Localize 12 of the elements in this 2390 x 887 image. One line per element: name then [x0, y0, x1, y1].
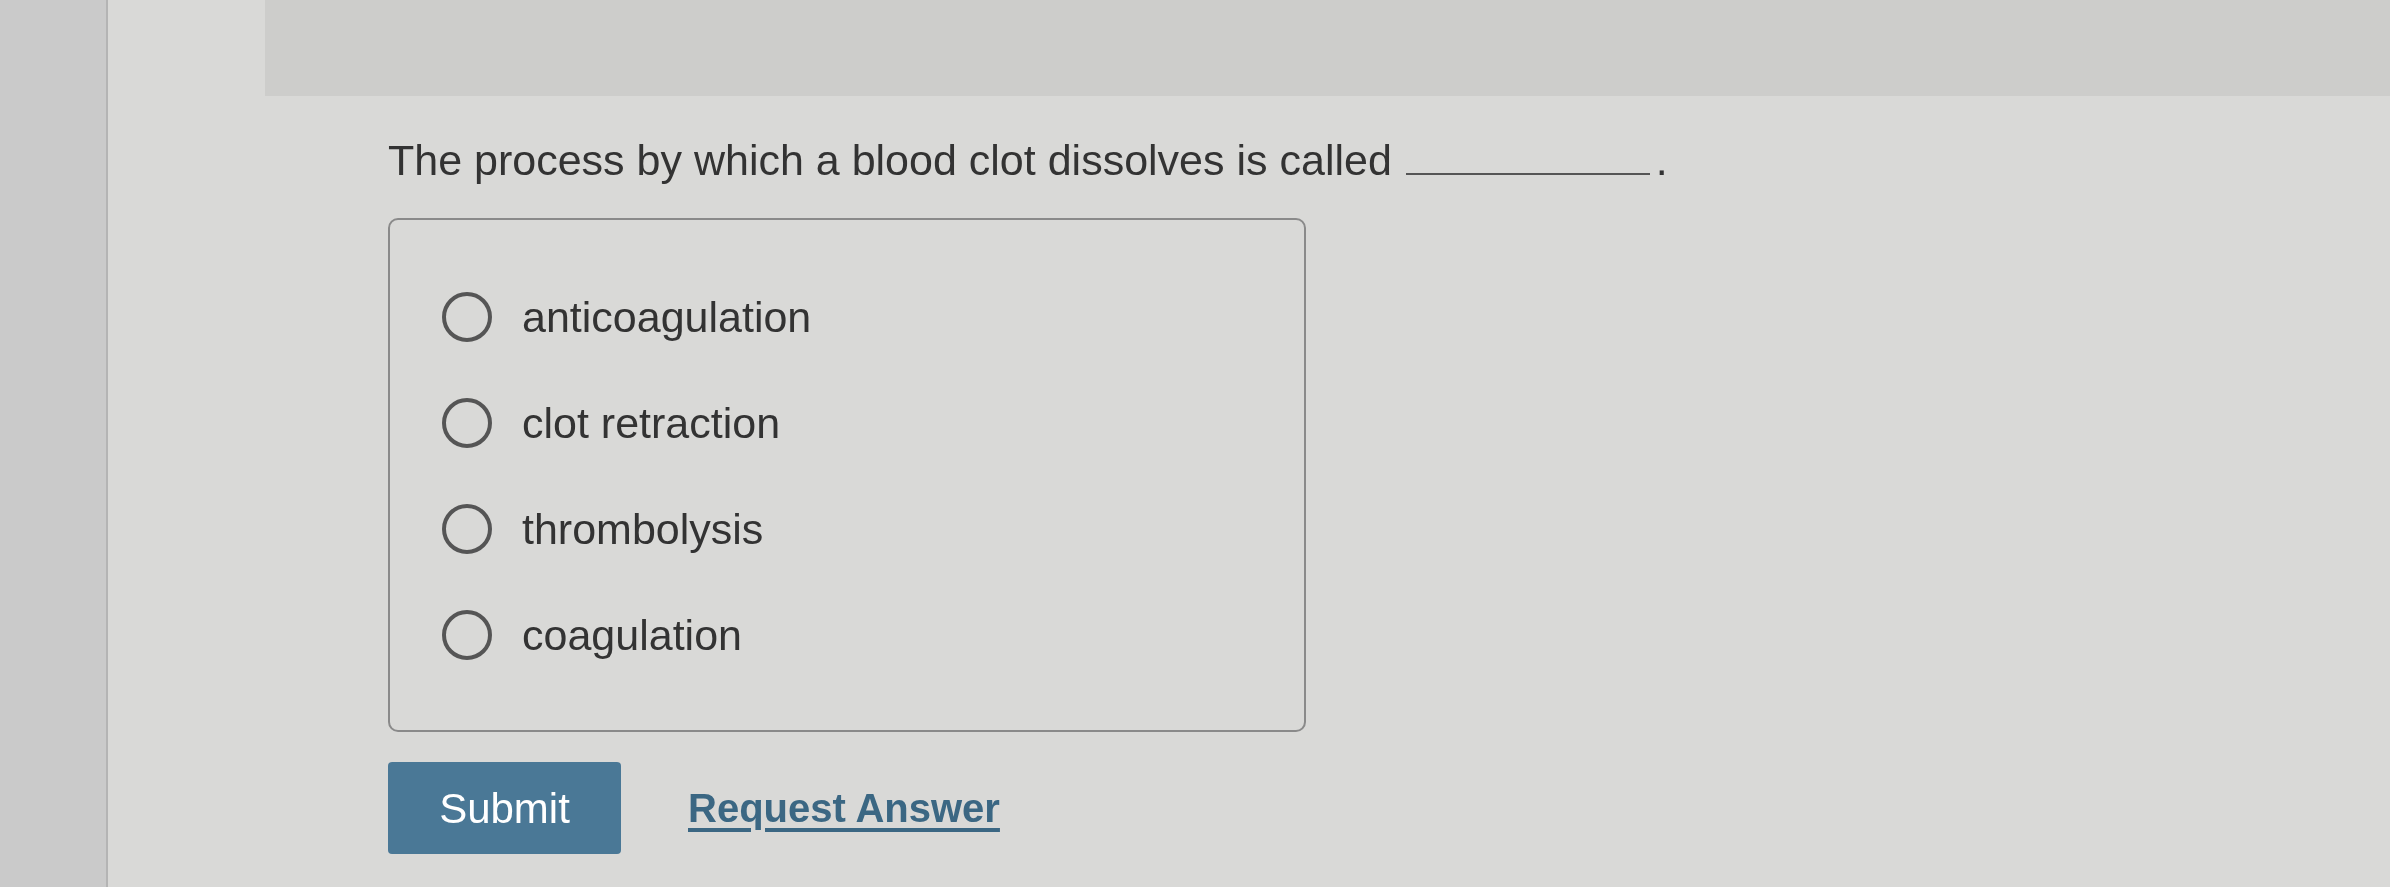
radio-button[interactable]: [442, 292, 492, 342]
option-label: coagulation: [522, 610, 742, 661]
radio-button[interactable]: [442, 398, 492, 448]
question-text: The process by which a blood clot dissolves is called: [388, 135, 1392, 186]
option-label: anticoagulation: [522, 292, 812, 343]
question-text: .: [1655, 135, 1668, 186]
submit-button[interactable]: Submit: [388, 762, 621, 854]
option-label: clot retraction: [522, 398, 781, 449]
request-answer-link[interactable]: Request Answer: [688, 778, 1000, 838]
option-label: thrombolysis: [522, 504, 764, 555]
radio-button[interactable]: [442, 504, 492, 554]
radio-button[interactable]: [442, 610, 492, 660]
